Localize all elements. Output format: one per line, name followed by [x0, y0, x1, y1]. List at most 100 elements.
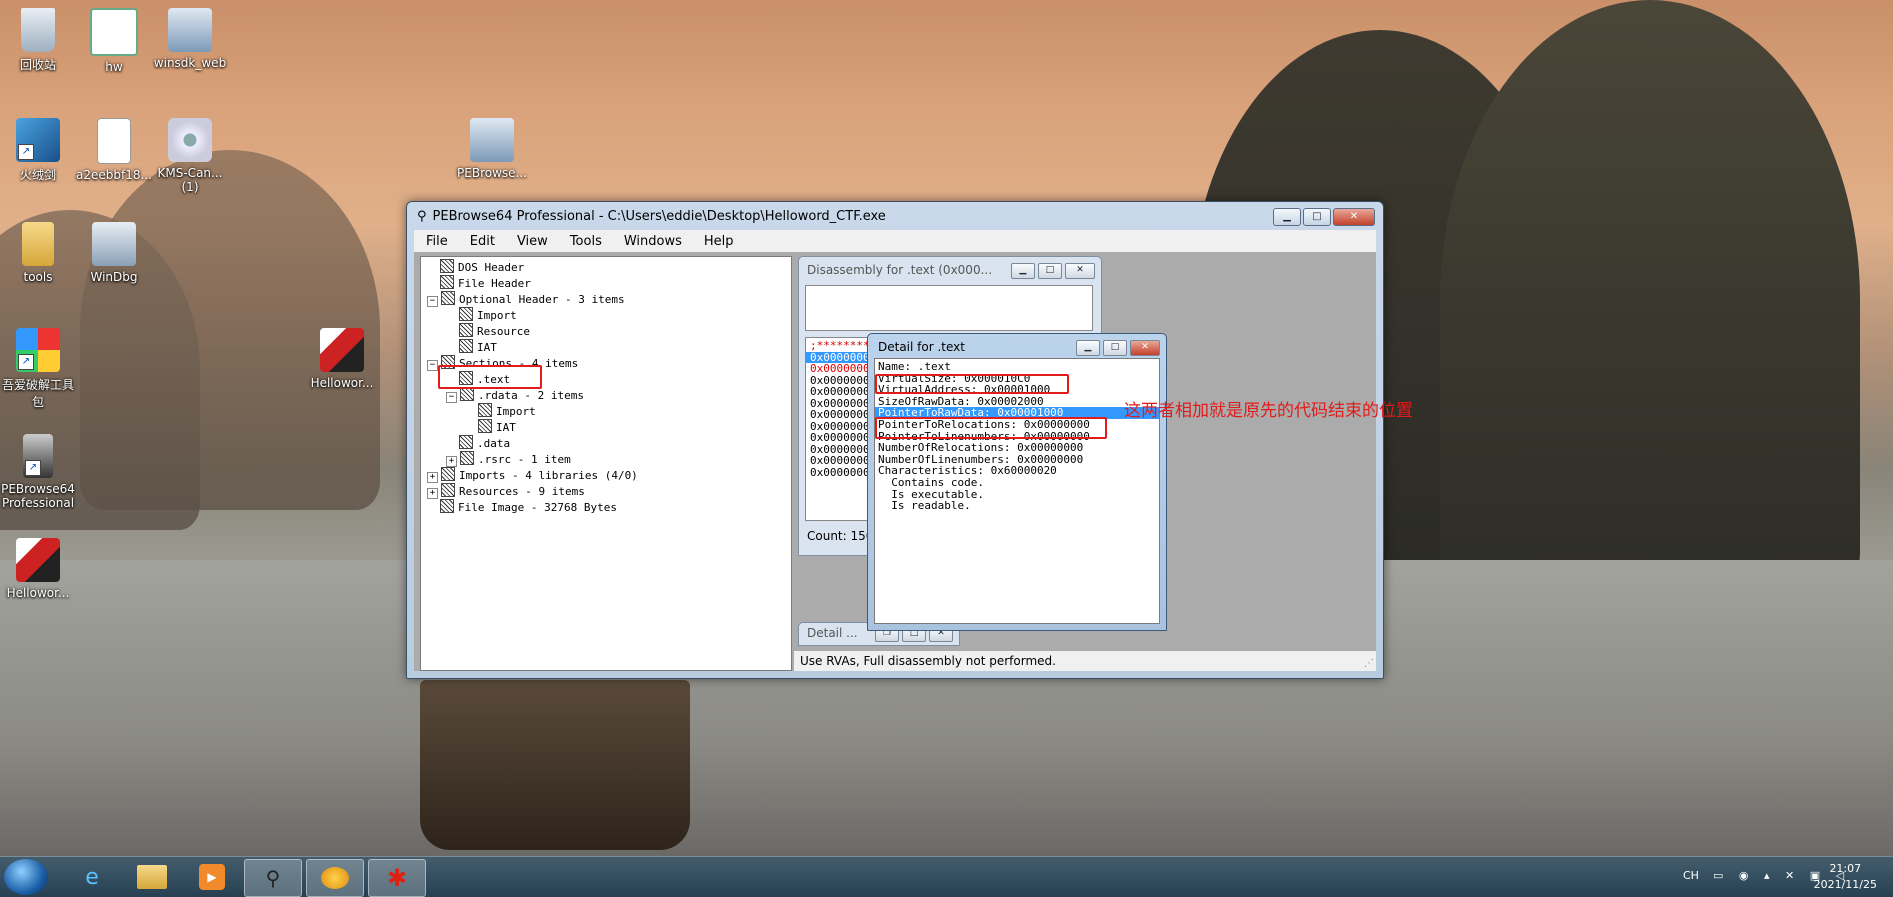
collapse-icon[interactable]: −	[446, 392, 457, 403]
folder-icon	[22, 222, 54, 266]
tree-item-label: File Image - 32768 Bytes	[458, 501, 617, 514]
tree-item[interactable]: + Imports - 4 libraries (4/0)	[427, 467, 638, 483]
clock[interactable]: 21:07 2021/11/25	[1814, 861, 1877, 893]
tree-item-label: Imports - 4 libraries (4/0)	[459, 469, 638, 482]
node-icon	[460, 387, 474, 401]
start-button[interactable]	[4, 859, 48, 895]
tree-item[interactable]: Import	[465, 403, 536, 419]
media-player-icon[interactable]: ▶	[184, 859, 240, 895]
maximize-button[interactable]: □	[1103, 340, 1127, 356]
desktop-icon-tools[interactable]: tools	[0, 222, 80, 284]
desktop-icon-recycle-bin[interactable]: 回收站	[0, 8, 80, 73]
tree-item-label: .rdata - 2 items	[478, 389, 584, 402]
node-icon	[440, 275, 454, 289]
tree-item[interactable]: IAT	[446, 339, 497, 355]
menu-edit[interactable]: Edit	[470, 234, 495, 249]
minimize-button[interactable]: ▁	[1273, 208, 1301, 226]
menu-file[interactable]: File	[426, 234, 448, 249]
detail-line[interactable]: Contains code.	[878, 477, 1159, 489]
menu-help[interactable]: Help	[704, 234, 734, 249]
disassembly-empty-pane	[805, 285, 1093, 331]
menu-tools[interactable]: Tools	[570, 234, 602, 249]
disassembly-count: Count: 150	[807, 529, 874, 543]
menu-view[interactable]: View	[517, 234, 548, 249]
language-indicator[interactable]: CH	[1683, 869, 1699, 882]
redstar-icon[interactable]: ✱	[368, 859, 426, 897]
installer-icon	[470, 118, 514, 162]
app-icon[interactable]	[306, 859, 364, 897]
background-mountain	[1440, 0, 1860, 600]
detail-line[interactable]: NumberOfRelocations: 0x00000000	[878, 442, 1159, 454]
file-icon	[97, 118, 131, 164]
microscope-icon: ↗	[23, 434, 53, 478]
tree-item-label: .rsrc - 1 item	[478, 453, 571, 466]
gear-icon	[168, 118, 212, 162]
desktop-icon-kms[interactable]: KMS-Can... (1)	[148, 118, 232, 194]
tree-item-label: Optional Header - 3 items	[459, 293, 625, 306]
close-button[interactable]: ✕	[1333, 208, 1375, 226]
desktop-icon-windbg[interactable]: WinDbg	[72, 222, 156, 284]
node-icon	[460, 451, 474, 465]
minimize-button[interactable]: ▁	[1011, 263, 1035, 279]
window-icon	[90, 8, 138, 56]
recycle-bin-icon	[21, 8, 55, 52]
tree-item[interactable]: − Optional Header - 3 items	[427, 291, 625, 307]
resize-grip-icon[interactable]: ⋰	[1364, 658, 1374, 669]
detail-list[interactable]: Name: .text VirtualSize: 0x000010C0 Virtua…	[874, 358, 1160, 624]
maximize-button[interactable]: □	[1303, 208, 1331, 226]
expand-icon[interactable]: +	[427, 472, 438, 483]
desktop-icon-helloworld-1[interactable]: Hellowor...	[300, 328, 384, 390]
expand-icon[interactable]: +	[446, 456, 457, 467]
tree-item[interactable]: Resource	[446, 323, 530, 339]
maximize-button[interactable]: □	[1038, 263, 1062, 279]
tree-item[interactable]: File Image - 32768 Bytes	[427, 499, 617, 515]
close-button[interactable]: ✕	[1130, 340, 1160, 356]
tree-item[interactable]: Import	[446, 307, 517, 323]
tree-item-label: IAT	[496, 421, 516, 434]
tree-item[interactable]: File Header	[427, 275, 531, 291]
debugger-icon	[92, 222, 136, 266]
node-icon	[478, 419, 492, 433]
node-icon	[440, 499, 454, 513]
tree-item-label: DOS Header	[458, 261, 525, 274]
node-icon	[441, 483, 455, 497]
close-button[interactable]: ✕	[1065, 263, 1095, 279]
app-shortcut-icon: ↗	[16, 118, 60, 162]
highlight-text-section	[438, 365, 542, 389]
ie-icon[interactable]: e	[64, 859, 120, 895]
desktop-icon-pebrowse-setup[interactable]: PEBrowse...	[450, 118, 534, 180]
title-bar[interactable]: ⚲ PEBrowse64 Professional - C:\Users\edd…	[407, 202, 1383, 230]
desktop-icon-hw[interactable]: hw	[72, 8, 156, 74]
app-icon: ⚲	[417, 208, 427, 224]
tree-item[interactable]: + Resources - 9 items	[427, 483, 585, 499]
node-icon	[441, 467, 455, 481]
detail-line[interactable]: Is readable.	[878, 500, 1159, 512]
minimize-button[interactable]: ▁	[1076, 340, 1100, 356]
explorer-icon[interactable]	[124, 859, 180, 895]
tree-item[interactable]: IAT	[465, 419, 516, 435]
menu-bar: File Edit View Tools Windows Help	[414, 230, 1376, 252]
status-bar: Use RVAs, Full disassembly not performed…	[794, 651, 1376, 671]
pebrowse-icon[interactable]: ⚲	[244, 859, 302, 897]
desktop-icon-52pojie[interactable]: ↗ 吾爱破解工具包	[0, 328, 80, 410]
desktop-icon-pebrowse64[interactable]: ↗ PEBrowse64 Professional	[0, 434, 80, 510]
section-tree[interactable]: DOS Header File Header − Optional Header - …	[420, 256, 792, 671]
node-icon	[459, 435, 473, 449]
tree-item[interactable]: − .rdata - 2 items	[446, 387, 584, 403]
expand-icon[interactable]: +	[427, 488, 438, 499]
collapse-icon[interactable]: −	[427, 296, 438, 307]
desktop-icon-file[interactable]: a2eebbf18...	[72, 118, 156, 182]
node-icon	[440, 259, 454, 273]
desktop-icon-huorong[interactable]: ↗ 火绒剑	[0, 118, 80, 183]
menu-windows[interactable]: Windows	[624, 234, 682, 249]
desktop-icon-helloworld-2[interactable]: Hellowor...	[0, 538, 80, 600]
collapse-icon[interactable]: −	[427, 360, 438, 371]
tree-item[interactable]: DOS Header	[427, 259, 524, 275]
tree-item[interactable]: .data	[446, 435, 510, 451]
desktop-icon-winsdk[interactable]: winsdk_web	[148, 8, 232, 70]
node-icon	[459, 307, 473, 321]
tree-item[interactable]: + .rsrc - 1 item	[446, 451, 571, 467]
detail-line[interactable]: Name: .text	[878, 361, 1159, 373]
tree-item-label: Import	[477, 309, 517, 322]
installer-icon	[168, 8, 212, 52]
